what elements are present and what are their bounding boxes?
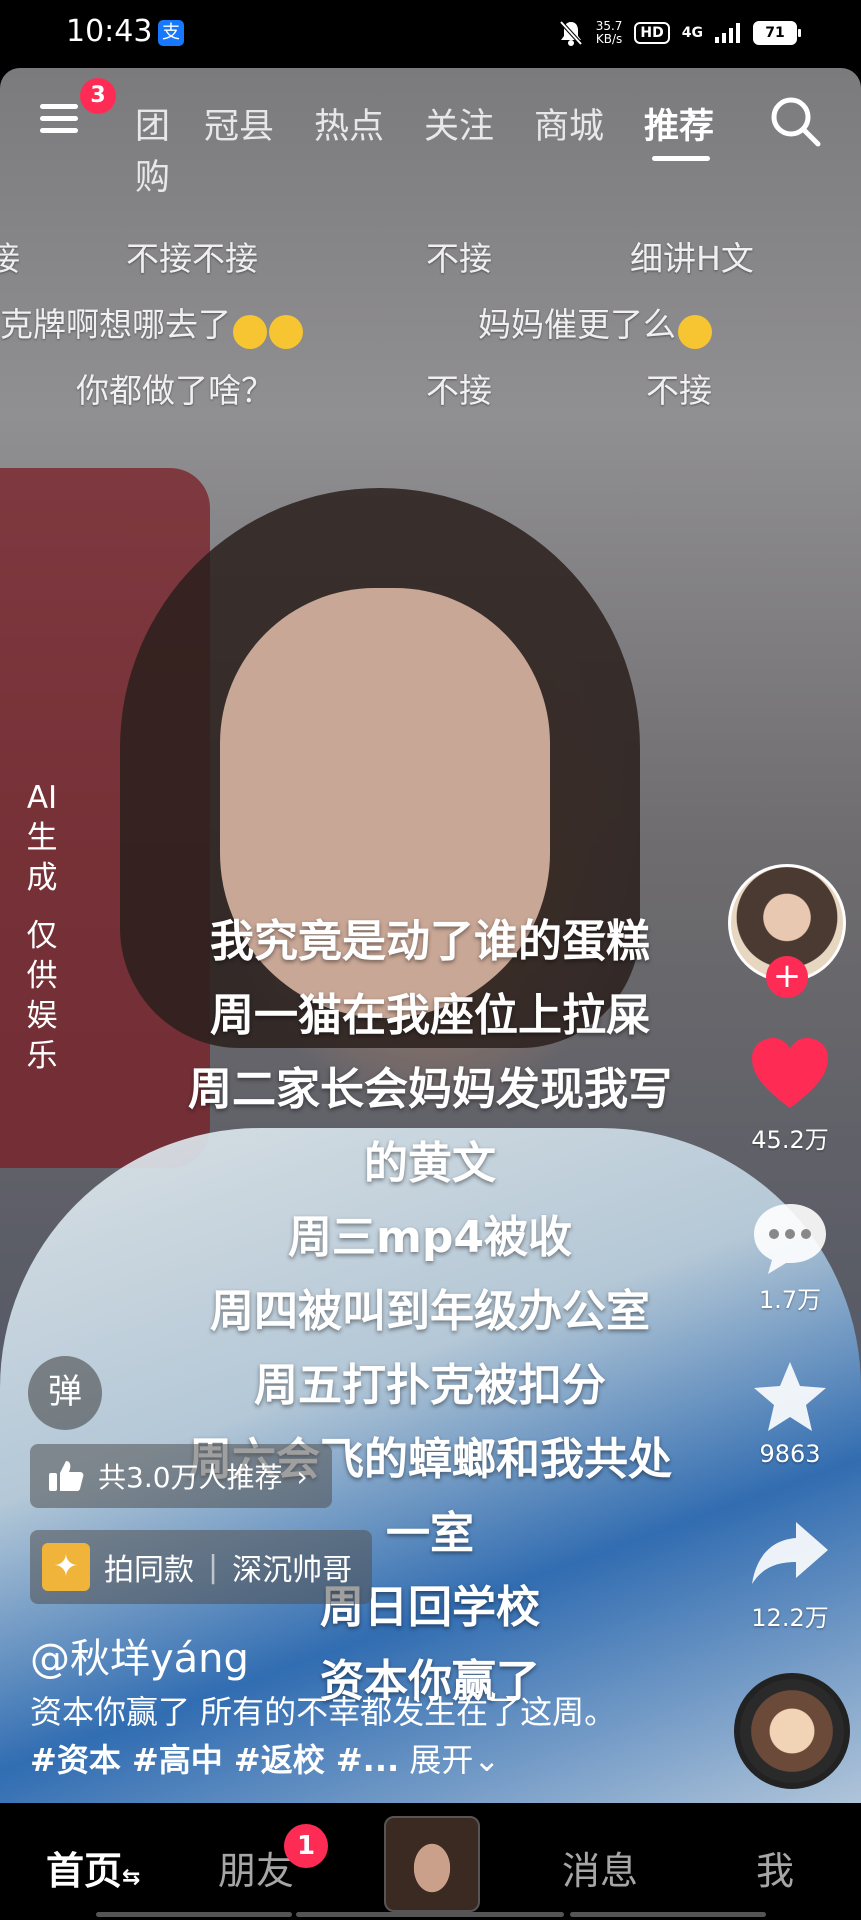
caption-line: 周五打扑克被扣分	[254, 1360, 606, 1411]
favorite-count: 9863	[759, 1440, 821, 1468]
music-disc[interactable]	[734, 1673, 850, 1789]
status-time: 10:43	[66, 14, 153, 49]
tab-following[interactable]: 关注	[424, 98, 494, 149]
hd-badge: HD	[634, 22, 670, 44]
laughing-emoji-icon	[269, 314, 303, 349]
danmaku-item: 你都做了啥？	[76, 371, 274, 410]
swap-icon: ⇆	[122, 1865, 141, 1890]
share-icon[interactable]	[748, 1512, 832, 1596]
signal-indicator: 4G	[681, 25, 703, 41]
danmaku-item: 不接不接	[126, 239, 258, 278]
hashtags[interactable]: #资本 #高中 #返校 #...	[30, 1741, 399, 1779]
nav-home[interactable]: 首页⇆	[46, 1840, 140, 1895]
expand-link[interactable]: 展开	[409, 1741, 473, 1779]
nav-friends[interactable]: 朋友	[218, 1840, 294, 1895]
author-name[interactable]: @秋垟yáng	[30, 1626, 249, 1684]
search-icon[interactable]	[768, 94, 822, 148]
home-indicator	[96, 1912, 292, 1917]
tab-recommend[interactable]: 推荐	[644, 98, 714, 149]
separator: |	[208, 1549, 219, 1585]
menu-badge: 3	[80, 78, 116, 114]
active-tab-indicator	[652, 156, 710, 161]
menu-icon	[40, 104, 78, 109]
caption-line: 的黄文	[364, 1138, 496, 1189]
signal-bars-icon	[715, 23, 740, 43]
caption-line: 周四被叫到年级办公室	[210, 1286, 650, 1337]
follow-button[interactable]: +	[766, 956, 808, 998]
danmaku-item: 接	[0, 239, 20, 278]
recommend-pill[interactable]: 共3.0万人推荐 ›	[30, 1444, 332, 1508]
video-description[interactable]: 资本你赢了 所有的不幸都发生在了这周。#资本 #高中 #返校 #... 展开⌄	[30, 1688, 630, 1784]
danmaku-item: 细讲H文	[630, 239, 754, 278]
friends-badge: 1	[284, 1824, 328, 1868]
net-speed: 35.7 KB/s	[595, 19, 623, 46]
mute-bell-icon	[559, 20, 583, 46]
danmaku-item: 不接	[426, 371, 492, 410]
chevron-right-icon: ›	[296, 1459, 308, 1493]
sparkle-icon: ✦	[42, 1543, 90, 1591]
danmaku-toggle-button[interactable]: 弹	[28, 1356, 102, 1430]
tab-hot[interactable]: 热点	[314, 98, 384, 149]
status-indicators: 35.7 KB/s HD 4G 71	[558, 16, 801, 50]
caption-line: 周三mp4被收	[288, 1212, 572, 1263]
danmaku-item-with-emoji: 妈妈催更了么	[478, 298, 712, 349]
caption-line: 我究竟是动了谁的蛋糕	[210, 916, 650, 967]
danmaku-item: 不接	[426, 239, 492, 278]
ai-generated-label: AI 生 成 仅 供 娱 乐	[26, 780, 58, 1074]
create-button-thumbnail[interactable]	[384, 1816, 480, 1912]
comment-count: 1.7万	[758, 1286, 822, 1314]
danmaku-item: 不接	[646, 371, 712, 410]
caption-line: 周一猫在我座位上拉屎	[210, 990, 650, 1041]
nav-me[interactable]: 我	[756, 1840, 794, 1895]
like-count: 45.2万	[751, 1126, 829, 1154]
share-count: 12.2万	[751, 1604, 829, 1632]
menu-button[interactable]	[40, 100, 84, 140]
tab-group-buy[interactable]: 团购	[118, 98, 170, 200]
grin-emoji-icon	[678, 314, 712, 349]
tab-mall[interactable]: 商城	[534, 98, 604, 149]
chevron-down-icon: ⌄	[473, 1741, 501, 1779]
laughing-emoji-icon	[233, 314, 267, 349]
danmaku-item-with-emoji: 克牌啊想哪去了	[0, 298, 303, 349]
heart-icon[interactable]	[748, 1032, 832, 1116]
alipay-icon: 支	[158, 20, 184, 46]
battery-icon: 71	[753, 21, 801, 45]
comment-icon[interactable]	[748, 1196, 832, 1280]
tab-local[interactable]: 冠县	[204, 98, 274, 149]
star-icon[interactable]	[748, 1356, 832, 1440]
caption-line: 周二家长会妈妈发现我写	[188, 1064, 672, 1115]
thumbs-up-icon	[49, 1461, 84, 1491]
nav-messages[interactable]: 消息	[562, 1840, 638, 1895]
same-style-pill[interactable]: ✦ 拍同款 | 深沉帅哥	[30, 1530, 373, 1604]
